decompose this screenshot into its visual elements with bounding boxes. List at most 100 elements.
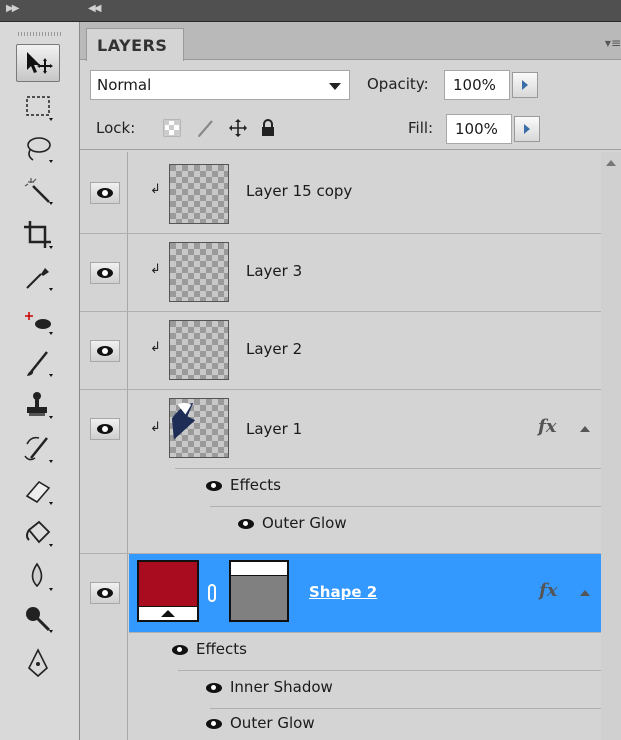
opacity-field[interactable]: 100% bbox=[444, 70, 510, 100]
lock-all-icon[interactable] bbox=[258, 118, 278, 138]
effects-divider bbox=[129, 632, 601, 633]
expand-effects-icon[interactable] bbox=[580, 426, 590, 432]
layer-name[interactable]: Shape 2 bbox=[309, 583, 377, 601]
clipping-arrow-icon: ↲ bbox=[150, 262, 161, 277]
blend-mode-value: Normal bbox=[97, 76, 152, 94]
brush-icon[interactable] bbox=[16, 344, 60, 382]
blur-icon[interactable] bbox=[16, 558, 60, 596]
rectangular-marquee-icon[interactable] bbox=[16, 88, 60, 126]
eraser-icon[interactable] bbox=[16, 472, 60, 510]
visibility-eye-icon[interactable] bbox=[90, 418, 120, 440]
blend-mode-select[interactable]: Normal bbox=[90, 70, 350, 100]
lock-transparent-pixels-icon[interactable] bbox=[162, 118, 182, 138]
toolbox-grip[interactable] bbox=[18, 32, 62, 36]
visibility-column bbox=[80, 152, 128, 233]
layer-thumbnail bbox=[169, 320, 229, 380]
link-chain-icon[interactable] bbox=[208, 584, 216, 602]
layer-name[interactable]: Layer 15 copy bbox=[246, 182, 352, 200]
visibility-column bbox=[80, 390, 128, 553]
spot-healing-brush-icon[interactable] bbox=[16, 302, 60, 340]
expand-panels-icon[interactable]: ▶▶ bbox=[6, 3, 19, 14]
visibility-eye-icon[interactable] bbox=[90, 182, 120, 204]
fill-field[interactable]: 100% bbox=[446, 114, 512, 144]
effects-visibility-eye-icon[interactable] bbox=[206, 480, 222, 491]
lock-fill-row: Lock: Fill: 100% bbox=[80, 106, 621, 150]
lock-image-pixels-icon[interactable] bbox=[196, 118, 216, 138]
layer-row[interactable]: ↲ Layer 2 bbox=[80, 312, 601, 390]
move-tool-icon[interactable] bbox=[16, 44, 60, 82]
opacity-label: Opacity: bbox=[367, 75, 429, 93]
layer-name[interactable]: Layer 3 bbox=[246, 262, 302, 280]
visibility-eye-icon[interactable] bbox=[90, 340, 120, 362]
effect-divider bbox=[210, 506, 601, 507]
lock-position-icon[interactable] bbox=[228, 118, 248, 138]
chevron-down-icon bbox=[329, 83, 341, 90]
blend-opacity-row: Normal Opacity: 100% bbox=[80, 62, 621, 102]
vector-mask-thumbnail[interactable] bbox=[229, 560, 289, 622]
effects-visibility-eye-icon[interactable] bbox=[172, 644, 188, 655]
tab-layers[interactable]: LAYERS bbox=[86, 28, 184, 61]
fill-label: Fill: bbox=[408, 119, 434, 137]
effect-divider bbox=[210, 708, 601, 709]
layers-list: ↲ Layer 15 copy ↲ Layer 3 ↲ Layer 2 ↲ La… bbox=[80, 152, 621, 740]
effect-visibility-eye-icon[interactable] bbox=[206, 682, 222, 693]
layer-effects-icon[interactable]: fx bbox=[538, 416, 556, 437]
clipping-arrow-icon: ↲ bbox=[150, 182, 161, 197]
visibility-eye-icon[interactable] bbox=[90, 582, 120, 604]
layer-row[interactable]: ↲ Layer 3 bbox=[80, 234, 601, 312]
effect-name: Outer Glow bbox=[262, 514, 347, 532]
fill-slider-button[interactable] bbox=[514, 116, 540, 142]
swatch-band bbox=[139, 606, 197, 620]
layer-thumbnail bbox=[169, 164, 229, 224]
tools-panel bbox=[0, 22, 80, 740]
effect-divider bbox=[178, 670, 601, 671]
effect-visibility-eye-icon[interactable] bbox=[206, 718, 222, 729]
effects-row[interactable]: Effects bbox=[172, 640, 247, 658]
effects-label: Effects bbox=[230, 476, 281, 494]
effect-row[interactable]: Outer Glow bbox=[238, 514, 347, 532]
panel-menu-icon[interactable]: ▾≡ bbox=[605, 36, 621, 50]
layer-row[interactable]: ↲ Layer 1 fx Effects Outer Glow bbox=[80, 390, 601, 554]
layers-scrollbar[interactable] bbox=[601, 152, 621, 740]
pen-icon[interactable] bbox=[16, 644, 60, 682]
scroll-up-icon[interactable] bbox=[606, 160, 616, 166]
panel-tab-bar: LAYERS ▾≡ bbox=[80, 22, 621, 61]
magic-wand-icon[interactable] bbox=[16, 172, 60, 210]
panel-dock-strip: ▶▶ ◀◀ bbox=[0, 0, 621, 22]
effect-visibility-eye-icon[interactable] bbox=[238, 518, 254, 529]
dodge-icon[interactable] bbox=[16, 600, 60, 638]
layer-thumbnail bbox=[169, 398, 229, 458]
layer-effects-icon[interactable]: fx bbox=[539, 580, 557, 601]
figure-thumbnail-icon bbox=[171, 402, 196, 440]
visibility-eye-icon[interactable] bbox=[90, 262, 120, 284]
layer-thumbnail bbox=[169, 242, 229, 302]
collapse-panels-icon[interactable]: ◀◀ bbox=[88, 3, 101, 14]
effects-row[interactable]: Effects bbox=[206, 476, 281, 494]
layers-panel: LAYERS ▾≡ Normal Opacity: 100% Lock: Fil… bbox=[80, 22, 621, 740]
layer-name[interactable]: Layer 1 bbox=[246, 420, 302, 438]
clipping-arrow-icon: ↲ bbox=[150, 340, 161, 355]
effect-row[interactable]: Outer Glow bbox=[206, 714, 315, 732]
history-brush-icon[interactable] bbox=[16, 430, 60, 468]
visibility-column bbox=[80, 234, 128, 311]
layer-row-selected[interactable]: Shape 2 fx Effects Inner Shadow Outer Gl… bbox=[80, 554, 601, 740]
effect-name: Outer Glow bbox=[230, 714, 315, 732]
opacity-slider-button[interactable] bbox=[512, 72, 538, 98]
layer-name[interactable]: Layer 2 bbox=[246, 340, 302, 358]
fill-color-thumbnail[interactable] bbox=[137, 560, 199, 622]
paint-bucket-icon[interactable] bbox=[16, 514, 60, 552]
effects-divider bbox=[175, 468, 601, 469]
visibility-column bbox=[80, 554, 128, 740]
visibility-column bbox=[80, 312, 128, 389]
clone-stamp-icon[interactable] bbox=[16, 386, 60, 424]
lasso-icon[interactable] bbox=[16, 130, 60, 168]
expand-effects-icon[interactable] bbox=[580, 590, 590, 596]
lock-label: Lock: bbox=[96, 119, 136, 137]
selection-highlight: Shape 2 fx bbox=[129, 554, 601, 632]
effect-row[interactable]: Inner Shadow bbox=[206, 678, 333, 696]
layer-row[interactable]: ↲ Layer 15 copy bbox=[80, 152, 601, 234]
crop-icon[interactable] bbox=[16, 216, 60, 254]
mask-top bbox=[231, 562, 287, 576]
effects-label: Effects bbox=[196, 640, 247, 658]
eyedropper-icon[interactable] bbox=[16, 258, 60, 296]
